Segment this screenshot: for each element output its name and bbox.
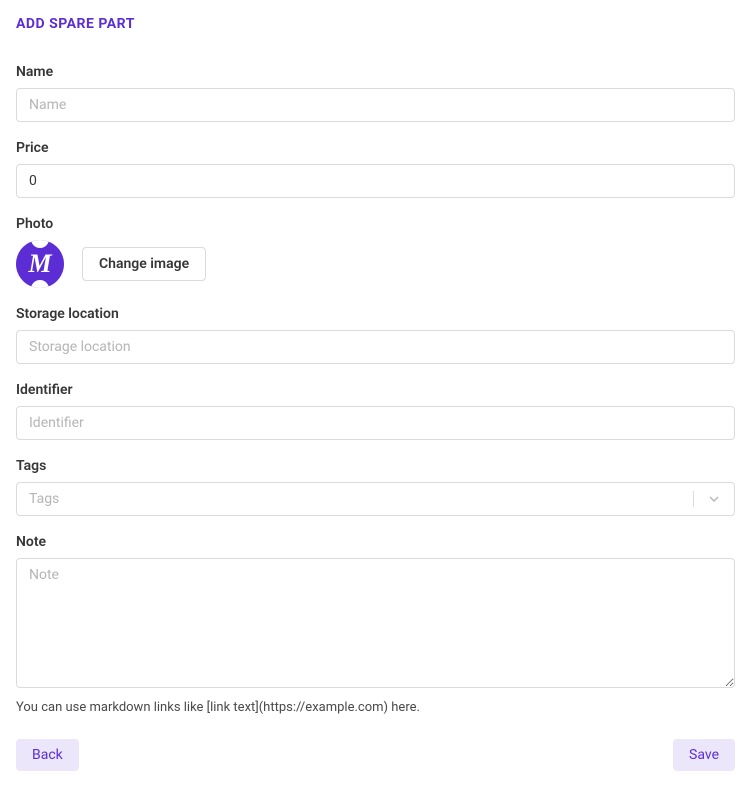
- photo-group: Photo M Change image: [16, 216, 735, 288]
- identifier-label: Identifier: [16, 382, 735, 398]
- price-input[interactable]: [16, 164, 735, 198]
- identifier-group: Identifier: [16, 382, 735, 440]
- storage-location-input[interactable]: [16, 330, 735, 364]
- tags-select[interactable]: Tags: [16, 482, 735, 516]
- note-help-text: You can use markdown links like [link te…: [16, 700, 735, 715]
- photo-avatar: M: [16, 240, 64, 288]
- avatar-letter: M: [28, 249, 51, 279]
- identifier-input[interactable]: [16, 406, 735, 440]
- price-label: Price: [16, 140, 735, 156]
- note-label: Note: [16, 534, 735, 550]
- change-image-button[interactable]: Change image: [82, 247, 206, 281]
- storage-location-label: Storage location: [16, 306, 735, 322]
- button-row: Back Save: [16, 739, 735, 771]
- storage-location-group: Storage location: [16, 306, 735, 364]
- chevron-down-icon: [693, 491, 722, 507]
- price-group: Price: [16, 140, 735, 198]
- note-textarea[interactable]: [16, 558, 735, 688]
- tags-label: Tags: [16, 458, 735, 474]
- tags-group: Tags Tags: [16, 458, 735, 516]
- note-group: Note You can use markdown links like [li…: [16, 534, 735, 715]
- photo-row: M Change image: [16, 240, 735, 288]
- back-button[interactable]: Back: [16, 739, 79, 771]
- save-button[interactable]: Save: [673, 739, 735, 771]
- tags-placeholder: Tags: [29, 491, 59, 507]
- name-group: Name: [16, 64, 735, 122]
- photo-label: Photo: [16, 216, 735, 232]
- name-label: Name: [16, 64, 735, 80]
- page-title: ADD SPARE PART: [16, 16, 735, 32]
- name-input[interactable]: [16, 88, 735, 122]
